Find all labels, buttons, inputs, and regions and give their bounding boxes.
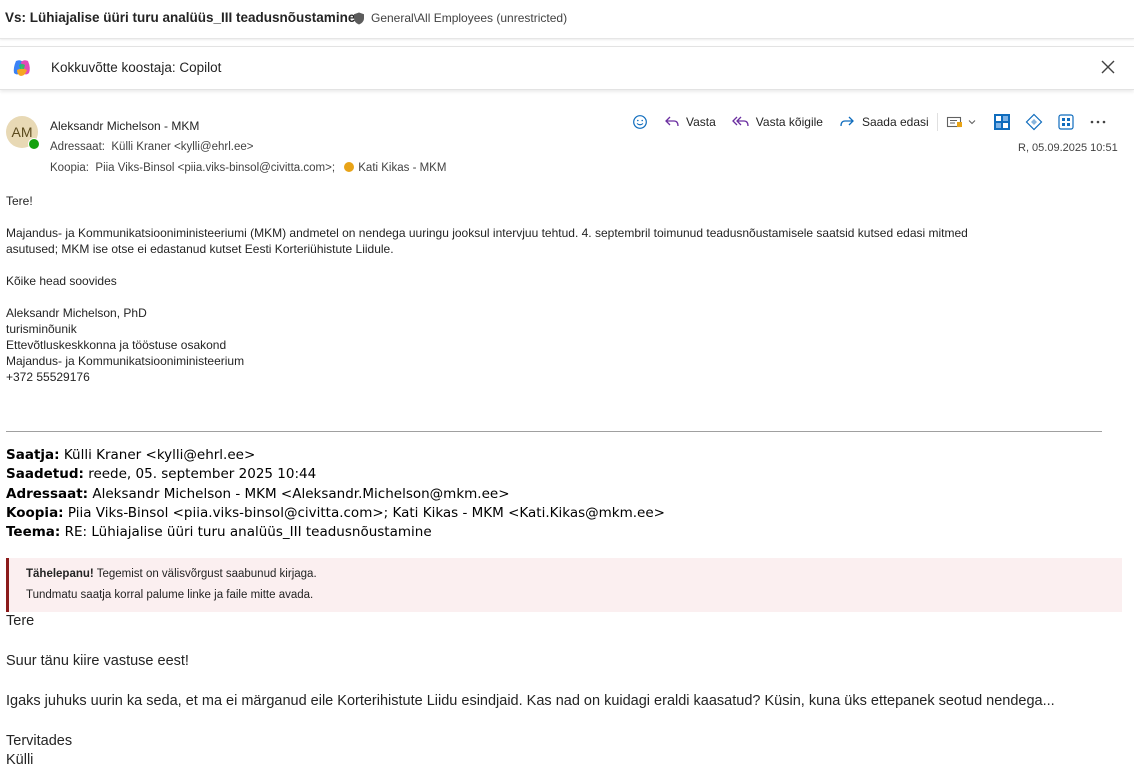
warning-line-1: Tähelepanu! Tegemist on välisvõrgust saa… — [26, 568, 317, 580]
reply-all-button[interactable]: Vasta kõigile — [731, 114, 823, 130]
cc-line: Koopia: Piia Viks-Binsol <piia.viks-bins… — [50, 162, 446, 174]
reply-label: Vasta — [686, 115, 716, 129]
presence-indicator — [28, 138, 40, 150]
reply-all-label: Vasta kõigile — [755, 115, 823, 129]
reply-icon — [665, 116, 679, 127]
body-greeting: Tere! — [6, 194, 33, 208]
forward-label: Saada edasi — [861, 115, 929, 129]
signature-phone[interactable]: +372 55529176 — [6, 369, 90, 385]
copilot-title: Kokkuvõtte koostaja: Copilot — [51, 60, 222, 75]
forwarded-to: Adressaat: Aleksandr Michelson - MKM <Al… — [6, 485, 510, 502]
addin-button-3[interactable] — [1057, 113, 1075, 131]
copilot-icon — [13, 60, 30, 76]
external-sender-warning: Tähelepanu! Tegemist on välisvõrgust saa… — [6, 558, 1122, 612]
addin-button-2[interactable] — [1025, 113, 1043, 131]
quoted-closing: Tervitades — [6, 733, 73, 749]
toolbar-divider — [936, 113, 938, 131]
quoted-name: Külli — [6, 752, 34, 768]
shield-icon — [354, 12, 364, 25]
forwarded-sent: Saadetud: reede, 05. september 2025 10:4… — [6, 466, 317, 483]
body-closing: Kõike head soovides — [6, 274, 117, 288]
signature-name: Aleksandr Michelson, PhD — [6, 306, 147, 320]
forwarded-header: Saatja: Külli Kraner <kylli@ehrl.ee> Saa… — [6, 446, 665, 542]
reply-all-icon — [731, 116, 749, 127]
forward-button[interactable]: Saada edasi — [839, 114, 929, 130]
addin-button-1[interactable] — [993, 113, 1011, 131]
cc-recipient-1[interactable]: Piia Viks-Binsol <piia.viks-binsol@civit… — [95, 162, 335, 174]
apps-dropdown-button[interactable] — [946, 114, 977, 130]
cc-recipient-2[interactable]: Kati Kikas - MKM — [358, 162, 446, 174]
quoted-greeting: Tere — [6, 613, 35, 629]
more-icon — [1090, 120, 1105, 124]
to-label: Adressaat: — [50, 141, 105, 153]
received-timestamp: R, 05.09.2025 10:51 — [1018, 142, 1118, 154]
quoted-thanks: Suur tänu kiire vastuse eest! — [6, 653, 189, 669]
diamond-app-icon — [1025, 113, 1043, 131]
emoji-react-button[interactable] — [632, 114, 648, 130]
reply-button[interactable]: Vasta — [664, 114, 716, 130]
signature-title: turisminõunik — [6, 322, 77, 336]
body-paragraph-line-2: asutused; MKM ise otse ei edastanud kuts… — [6, 242, 394, 256]
signature-department: Ettevõtluskeskkonna ja tööstuse osakond — [6, 338, 227, 352]
forwarded-cc: Koopia: Piia Viks-Binsol <piia.viks-bins… — [6, 504, 665, 521]
forwarded-subject: Teema: RE: Lühiajalise üüri turu analüüs… — [6, 524, 432, 541]
message-toolbar: Vasta Vasta kõigile Saada edasi — [632, 110, 1107, 134]
grid-app-icon — [993, 114, 1010, 130]
quoted-question: Igaks juhuks uurin ka seda, et ma ei mär… — [6, 693, 1055, 709]
forward-icon — [840, 116, 854, 127]
to-recipient[interactable]: Külli Kraner <kylli@ehrl.ee> — [111, 141, 253, 153]
smiley-icon — [633, 115, 647, 129]
forward-divider — [6, 431, 1102, 432]
apps-icon — [1058, 114, 1074, 130]
forwarded-from: Saatja: Külli Kraner <kylli@ehrl.ee> — [6, 447, 256, 463]
signature-organization: Majandus- ja Kommunikatsiooniministeeriu… — [6, 354, 245, 368]
external-status-icon — [344, 162, 355, 172]
sticky-note-icon — [946, 116, 962, 128]
email-subject: Vs: Lühiajalise üüri turu analüüs_III te… — [5, 10, 356, 25]
more-actions-button[interactable] — [1089, 114, 1107, 130]
body-paragraph-line-1: Majandus- ja Kommunikatsiooniministeeriu… — [6, 226, 968, 240]
cc-label: Koopia: — [50, 162, 90, 174]
chevron-down-icon — [968, 120, 976, 125]
close-icon[interactable] — [1098, 57, 1118, 77]
sender-name[interactable]: Aleksandr Michelson - MKM — [50, 119, 199, 133]
sensitivity-label[interactable]: General\All Employees (unrestricted) — [371, 11, 567, 25]
to-line: Adressaat: Külli Kraner <kylli@ehrl.ee> — [50, 141, 253, 153]
warning-line-2: Tundmatu saatja korral palume linke ja f… — [26, 589, 314, 601]
